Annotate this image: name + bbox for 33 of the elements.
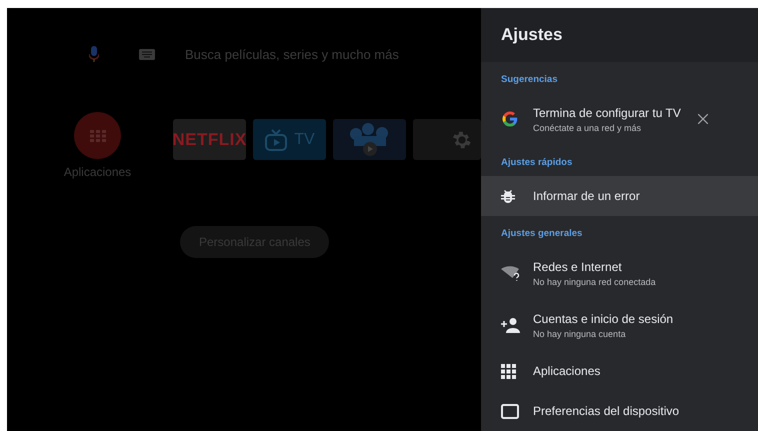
search-field[interactable]: Busca películas, series y mucho más <box>185 46 445 62</box>
media-app-tile[interactable] <box>333 119 406 160</box>
settings-item[interactable]: Preferencias del dispositivo <box>481 391 758 431</box>
item-title: Aplicaciones <box>533 364 602 378</box>
close-icon[interactable] <box>698 114 708 124</box>
keyboard-icon[interactable] <box>139 48 155 60</box>
item-title: Informar de un error <box>533 189 641 203</box>
item-title: Cuentas e inicio de sesión <box>533 312 674 326</box>
add-person-icon <box>501 317 521 333</box>
item-subtitle: Conéctate a una red y más <box>533 122 642 132</box>
section-heading: Ajustes rápidos <box>500 156 574 170</box>
google-logo-icon <box>501 110 519 128</box>
section-heading: Sugerencias <box>500 73 558 87</box>
settings-item[interactable]: Termina de configurar tu TV Conéctate a una red y más <box>481 93 758 145</box>
panel-title: Ajustes <box>501 25 562 45</box>
monitor-icon <box>501 404 519 418</box>
grid-icon <box>501 364 516 378</box>
bug-icon <box>501 188 515 204</box>
item-title: Redes e Internet <box>533 260 623 274</box>
microphone-icon[interactable] <box>89 46 99 62</box>
tv-icon <box>264 128 288 150</box>
settings-item[interactable]: Cuentas e inicio de sesión No hay ninguna cuenta <box>481 299 758 351</box>
item-subtitle: No hay ninguna red conectada <box>533 276 657 286</box>
item-subtitle: No hay ninguna cuenta <box>533 328 627 338</box>
item-title: Termina de configurar tu TV <box>533 106 682 120</box>
item-title: Preferencias del dispositivo <box>533 404 680 418</box>
grid-icon <box>90 130 106 142</box>
section-heading: Ajustes generales <box>500 227 584 241</box>
settings-tile[interactable] <box>413 119 481 160</box>
wifi-question-icon <box>501 264 521 282</box>
settings-item[interactable]: Informar de un error <box>481 176 758 216</box>
settings-item[interactable]: Aplicaciones <box>481 351 758 391</box>
settings-item[interactable]: Redes e Internet No hay ninguna red conectada <box>481 247 758 299</box>
